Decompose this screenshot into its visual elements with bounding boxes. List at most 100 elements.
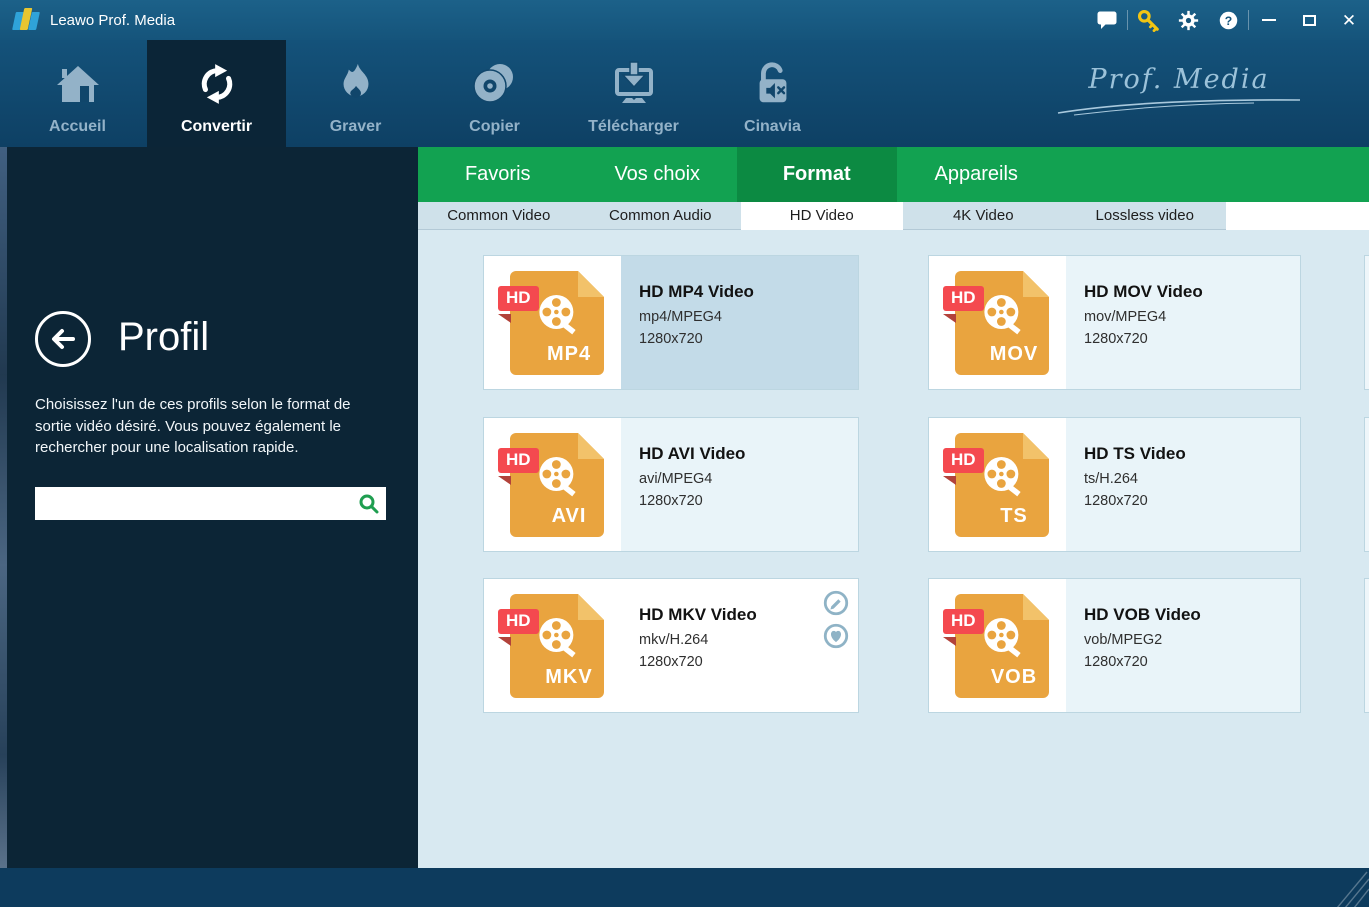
profile-codec: ts/H.264 (1084, 471, 1138, 487)
subtab-common-audio[interactable]: Common Audio (579, 202, 741, 230)
film-reel-icon (539, 295, 576, 335)
profile-search-input[interactable] (35, 487, 352, 520)
profile-card-hd-avi[interactable]: AVI HD HD AVI Video avi/MPEG4 1280x720 (483, 417, 859, 552)
tab-label: Vos choix (614, 163, 701, 185)
profile-name: HD TS Video (1084, 444, 1186, 463)
hd-badge-fold (498, 476, 511, 485)
file-ext-label: MKV (545, 666, 593, 688)
profile-resolution: 1280x720 (1084, 331, 1148, 347)
brand-underline-swoosh (1057, 99, 1301, 116)
profile-card-hd-vob[interactable]: VOB HD HD VOB Video vob/MPEG2 1280x720 (928, 578, 1301, 713)
hd-badge: HD (498, 609, 539, 634)
category-tabbar: Favoris Vos choix Format Appareils (418, 147, 1369, 202)
hd-badge: HD (943, 448, 984, 473)
profile-card-hd-mp4[interactable]: MP4 HD HD MP4 Video mp4/MPEG4 1280x720 (483, 255, 859, 390)
titlebar: Leawo Prof. Media ? ✕ (0, 0, 1369, 40)
file-ext-label: TS (1000, 505, 1028, 527)
tab-vos-choix[interactable]: Vos choix (578, 147, 738, 202)
card-icon-area: AVI HD (484, 418, 621, 551)
nav-item-cinavia[interactable]: Cinavia (703, 40, 842, 147)
tab-favoris[interactable]: Favoris (418, 147, 578, 202)
nav-item-graver[interactable]: Graver (286, 40, 425, 147)
tab-label: Appareils (934, 163, 1018, 185)
hd-badge: HD (498, 448, 539, 473)
back-arrow-icon (52, 329, 75, 349)
profile-resolution: 1280x720 (1084, 493, 1148, 509)
clipped-card-edge (1364, 255, 1369, 390)
film-reel-icon (539, 457, 576, 497)
favorite-profile-button[interactable] (822, 622, 850, 650)
desktop-edge-strip (0, 147, 7, 907)
nav-item-convertir[interactable]: Convertir (147, 40, 286, 147)
search-icon (359, 494, 379, 513)
settings-gear-icon[interactable] (1168, 0, 1208, 40)
minimize-icon[interactable] (1249, 0, 1289, 40)
convert-sync-icon (193, 58, 241, 110)
page-title: Profil (118, 315, 210, 359)
subtab-label: HD Video (789, 207, 854, 224)
profile-name: HD MKV Video (639, 605, 757, 624)
video-file-icon: MP4 HD (498, 271, 608, 375)
video-file-icon: TS HD (943, 433, 1053, 537)
hd-badge-fold (943, 476, 956, 485)
help-icon[interactable]: ? (1208, 0, 1248, 40)
tab-appareils[interactable]: Appareils (897, 147, 1057, 202)
hd-badge: HD (498, 286, 539, 311)
favorite-heart-icon (823, 623, 849, 649)
nav-item-copier[interactable]: Copier (425, 40, 564, 147)
profile-name: HD AVI Video (639, 444, 746, 463)
hd-badge: HD (943, 609, 984, 634)
hd-badge-fold (943, 314, 956, 323)
profile-codec: mkv/H.264 (639, 632, 709, 648)
video-file-icon: VOB HD (943, 594, 1053, 698)
clipped-card-edge (1364, 578, 1369, 713)
profile-codec: mp4/MPEG4 (639, 309, 722, 325)
subtab-4k-video[interactable]: 4K Video (902, 202, 1064, 230)
close-icon[interactable]: ✕ (1329, 0, 1369, 40)
copy-disc-icon (470, 58, 520, 110)
hd-badge: HD (943, 286, 984, 311)
video-file-icon: MKV HD (498, 594, 608, 698)
nav-item-accueil[interactable]: Accueil (8, 40, 147, 147)
video-file-icon: MOV HD (943, 271, 1053, 375)
subtab-label: Common Video (447, 207, 551, 224)
profile-grid: MP4 HD HD MP4 Video mp4/MPEG4 1280x720 M… (418, 230, 1369, 868)
tab-label: Favoris (464, 163, 531, 185)
hd-badge-fold (498, 314, 511, 323)
status-footer (0, 868, 1369, 907)
subtab-lossless-video[interactable]: Lossless video (1064, 202, 1226, 230)
app-logo-icon (12, 8, 40, 32)
film-reel-icon (984, 295, 1021, 335)
footer-corner-decoration (1336, 871, 1369, 907)
profile-resolution: 1280x720 (639, 654, 703, 670)
tab-format[interactable]: Format (737, 147, 897, 202)
profile-codec: avi/MPEG4 (639, 471, 713, 487)
file-ext-label: AVI (551, 505, 587, 527)
nav-item-telecharger[interactable]: Télécharger (564, 40, 703, 147)
film-reel-icon (984, 618, 1021, 658)
profile-resolution: 1280x720 (639, 331, 703, 347)
main-navbar: Accueil Convertir Graver Copier Téléchar… (0, 40, 1369, 147)
card-icon-area: TS HD (929, 418, 1066, 551)
help-glyph: ? (1224, 13, 1231, 27)
search-button[interactable] (352, 487, 386, 520)
subtab-label: Common Audio (608, 207, 712, 224)
nav-label: Copier (469, 118, 520, 135)
clipped-card-edge (1364, 417, 1369, 552)
profile-card-hd-mkv[interactable]: MKV HD HD MKV Video mkv/H.264 1280x720 (483, 578, 859, 713)
subtab-label: Lossless video (1095, 207, 1194, 224)
brand-signature: Prof. Media (1049, 64, 1309, 122)
subtab-hd-video[interactable]: HD Video (741, 202, 903, 230)
feedback-bubble-icon[interactable] (1087, 0, 1127, 40)
register-key-icon[interactable] (1128, 0, 1168, 40)
profile-card-hd-mov[interactable]: MOV HD HD MOV Video mov/MPEG4 1280x720 (928, 255, 1301, 390)
profile-resolution: 1280x720 (1084, 654, 1148, 670)
subtab-filler (1225, 202, 1369, 230)
nav-label: Graver (329, 118, 382, 135)
profile-card-hd-ts[interactable]: TS HD HD TS Video ts/H.264 1280x720 (928, 417, 1301, 552)
film-reel-icon (539, 618, 576, 658)
subtab-common-video[interactable]: Common Video (418, 202, 580, 230)
back-button[interactable] (35, 311, 91, 367)
maximize-icon[interactable] (1289, 0, 1329, 40)
edit-profile-button[interactable] (822, 589, 850, 617)
